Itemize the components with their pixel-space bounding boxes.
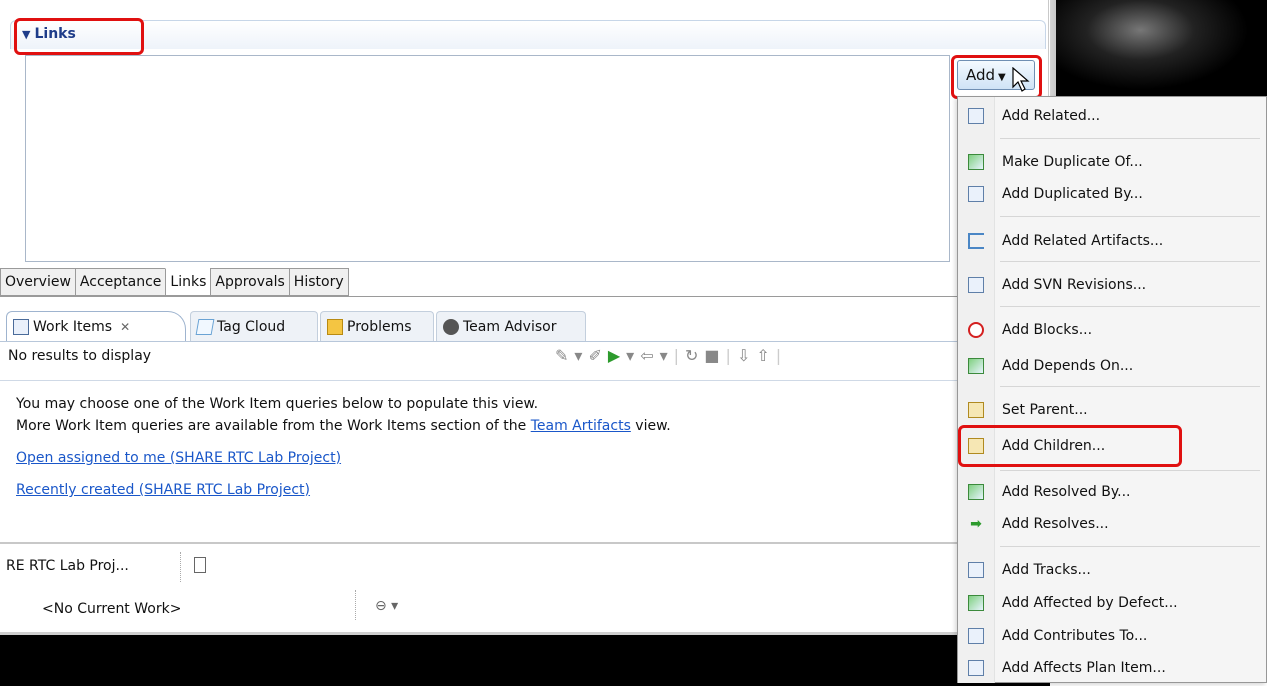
chevron-down-icon[interactable]: ▾: [660, 346, 674, 365]
chevron-down-icon[interactable]: ▾: [626, 346, 640, 365]
info-message-line2: More Work Item queries are available fro…: [16, 418, 671, 434]
new-query-icon[interactable]: ✎: [555, 346, 574, 365]
links-highlight-box: [14, 18, 144, 55]
related-icon: [968, 108, 984, 124]
team-advisor-icon: [443, 318, 459, 335]
chevron-down-icon[interactable]: ▾: [574, 346, 588, 365]
tab-team-advisor[interactable]: Team Advisor: [436, 311, 586, 341]
resolved-by-icon: [968, 484, 984, 500]
menu-separator: [1000, 546, 1260, 547]
menu-separator: [1000, 386, 1260, 387]
tab-problems[interactable]: Problems: [320, 311, 434, 341]
divider: [0, 380, 1050, 381]
menu-item-make-duplicate-of[interactable]: Make Duplicate Of...: [968, 150, 1143, 174]
svn-revisions-icon: [968, 277, 984, 293]
tab-approvals[interactable]: Approvals: [210, 268, 289, 296]
stop-icon[interactable]: ■: [704, 346, 725, 365]
separator: [355, 590, 357, 620]
menu-separator: [1000, 261, 1260, 262]
links-section-header[interactable]: [10, 20, 1046, 49]
close-icon[interactable]: ✕: [120, 312, 130, 342]
add-children-highlight-box: [958, 425, 1182, 467]
divider: [0, 296, 1050, 297]
separator: [180, 552, 182, 582]
menu-item-add-resolves[interactable]: ➡ Add Resolves...: [968, 512, 1108, 536]
status-text: No results to display: [8, 348, 152, 364]
menu-separator: [1000, 138, 1260, 139]
menu-item-add-duplicated-by[interactable]: Add Duplicated By...: [968, 182, 1143, 206]
tab-tag-cloud[interactable]: Tag Cloud: [190, 311, 318, 341]
project-label[interactable]: RE RTC Lab Proj...: [6, 558, 129, 574]
arrow-down-icon[interactable]: ⇩: [737, 346, 756, 365]
problems-icon: [327, 318, 343, 335]
links-list[interactable]: [25, 55, 950, 262]
depends-on-icon: [968, 358, 984, 374]
editor-tabs: Overview Acceptance Links Approvals History: [0, 268, 349, 296]
current-work-label: <No Current Work>: [42, 601, 182, 617]
menu-item-add-depends-on[interactable]: Add Depends On...: [968, 354, 1133, 378]
desktop-background: [0, 632, 1050, 686]
tab-overview[interactable]: Overview: [0, 268, 75, 296]
menu-item-add-contributes-to[interactable]: Add Contributes To...: [968, 624, 1147, 648]
menu-item-add-tracks[interactable]: Add Tracks...: [968, 558, 1091, 582]
view-toolbar: ✎▾✐▶▾⇦▾|↻■|⇩⇧|: [555, 346, 955, 370]
tab-history[interactable]: History: [288, 268, 349, 296]
team-artifacts-link[interactable]: Team Artifacts: [531, 418, 631, 434]
menu-item-add-svn-revisions[interactable]: Add SVN Revisions...: [968, 273, 1146, 297]
query-link-open-assigned[interactable]: Open assigned to me (SHARE RTC Lab Proje…: [16, 450, 341, 466]
menu-item-add-blocks[interactable]: Add Blocks...: [968, 318, 1092, 342]
menu-item-add-affected-by-defect[interactable]: Add Affected by Defect...: [968, 591, 1178, 615]
menu-separator: [1000, 470, 1260, 471]
separator: |: [775, 346, 788, 365]
related-artifacts-icon: [968, 233, 984, 249]
resolves-icon: ➡: [970, 516, 982, 532]
tab-links[interactable]: Links: [165, 268, 211, 296]
duplicate-of-icon: [968, 154, 984, 170]
view-tab-bar: Work Items ✕ Tag Cloud Problems Team Adv…: [0, 311, 1050, 342]
blocks-icon: [968, 322, 984, 338]
affects-plan-item-icon: [968, 660, 984, 676]
menu-separator: [1000, 216, 1260, 217]
menu-item-add-related[interactable]: Add Related...: [968, 104, 1100, 128]
arrow-up-icon[interactable]: ⇧: [756, 346, 775, 365]
tab-acceptance[interactable]: Acceptance: [74, 268, 166, 296]
menu-item-add-resolved-by[interactable]: Add Resolved By...: [968, 480, 1131, 504]
separator: |: [673, 346, 686, 365]
duplicated-by-icon: [968, 186, 984, 202]
menu-item-add-affects-plan-item[interactable]: Add Affects Plan Item...: [968, 656, 1166, 680]
separator: |: [725, 346, 737, 365]
team-central-panel: [0, 542, 1050, 634]
work-items-icon: [13, 318, 29, 335]
affected-by-defect-icon: [968, 595, 984, 611]
info-message-line1: You may choose one of the Work Item quer…: [16, 396, 539, 412]
contributes-to-icon: [968, 628, 984, 644]
edit-icon[interactable]: ✐: [588, 346, 607, 365]
menu-item-add-related-artifacts[interactable]: Add Related Artifacts...: [968, 229, 1163, 253]
tracks-icon: [968, 562, 984, 578]
run-icon[interactable]: ▶: [608, 346, 626, 365]
tab-work-items[interactable]: Work Items ✕: [6, 311, 186, 341]
menu-item-set-parent[interactable]: Set Parent...: [968, 398, 1088, 422]
menu-separator: [1000, 306, 1260, 307]
new-section-icon[interactable]: [194, 557, 206, 573]
tag-cloud-icon: [195, 318, 215, 335]
parent-icon: [968, 402, 984, 418]
refresh-icon[interactable]: ↻: [685, 346, 704, 365]
desktop-background: [1056, 0, 1267, 100]
back-icon[interactable]: ⇦: [640, 346, 659, 365]
mouse-cursor-icon: [1012, 67, 1030, 92]
collapse-menu-icon[interactable]: ⊖ ▾: [375, 598, 398, 614]
query-link-recently-created[interactable]: Recently created (SHARE RTC Lab Project): [16, 482, 310, 498]
